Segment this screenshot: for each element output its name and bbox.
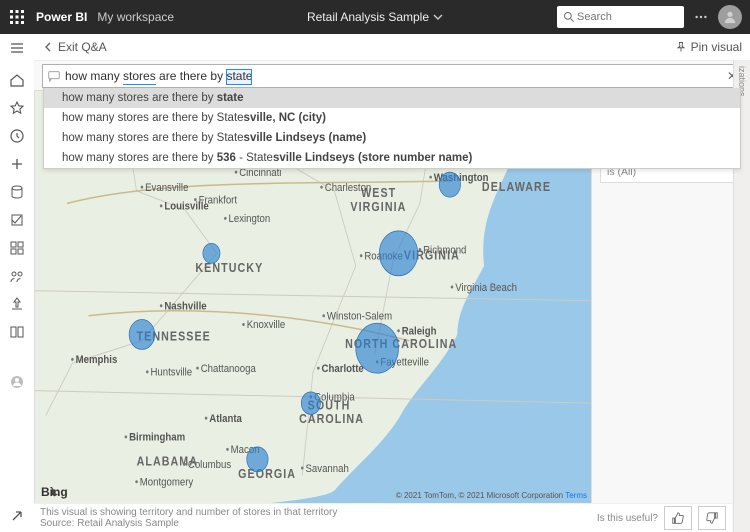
home-icon[interactable] <box>9 72 25 88</box>
search-box[interactable] <box>557 6 684 28</box>
chevron-left-icon <box>42 41 54 53</box>
search-input[interactable] <box>575 10 651 24</box>
qna-input-bar[interactable]: how many stores are there by state ✕ how… <box>42 64 742 88</box>
svg-text:Columbus: Columbus <box>188 459 231 471</box>
svg-text:Lexington: Lexington <box>229 213 271 225</box>
getdata-icon[interactable] <box>9 508 25 524</box>
qna-text: how many stores are there by state <box>65 69 252 83</box>
suggestion-row[interactable]: how many stores are there by Statesville… <box>44 108 740 128</box>
more-icon[interactable] <box>694 10 708 24</box>
svg-text:Knoxville: Knoxville <box>247 320 286 332</box>
thumbs-up-icon <box>671 511 685 525</box>
qna-page: Exit Q&A Pin visual how many stores are … <box>34 34 750 532</box>
workspace-name[interactable]: My workspace <box>97 10 174 24</box>
svg-text:Winston-Salem: Winston-Salem <box>327 311 392 323</box>
waffle-icon <box>10 10 24 24</box>
svg-text:GEORGIA: GEORGIA <box>238 467 296 481</box>
svg-text:Birmingham: Birmingham <box>129 432 185 444</box>
report-name: Retail Analysis Sample <box>307 10 429 24</box>
thumbs-down-button[interactable] <box>698 506 726 530</box>
svg-text:Louisville: Louisville <box>164 201 209 213</box>
svg-text:Cincinnati: Cincinnati <box>239 167 281 179</box>
goals-icon[interactable] <box>9 212 25 228</box>
nav-rail <box>0 34 35 532</box>
suggestion-row[interactable]: how many stores are there by 536 - State… <box>44 148 740 168</box>
svg-text:Raleigh: Raleigh <box>402 326 437 338</box>
feedback-question: Is this useful? <box>597 513 658 524</box>
brand-label: Power BI <box>36 10 87 24</box>
svg-text:Huntsville: Huntsville <box>150 367 192 379</box>
terms-link[interactable]: Terms <box>565 491 587 500</box>
exit-qna-button[interactable]: Exit Q&A <box>42 40 107 54</box>
deploy-icon[interactable] <box>9 296 25 312</box>
svg-text:Montgomery: Montgomery <box>140 477 194 489</box>
top-row: Exit Q&A Pin visual <box>34 34 750 61</box>
favorite-icon[interactable] <box>9 100 25 116</box>
svg-text:VIRGINIA: VIRGINIA <box>350 200 406 214</box>
user-avatar[interactable] <box>718 5 742 29</box>
workspaces-icon[interactable] <box>9 374 25 390</box>
bing-icon <box>41 485 68 499</box>
exit-qna-label: Exit Q&A <box>58 40 107 54</box>
svg-text:Nashville: Nashville <box>164 301 206 313</box>
search-icon <box>563 11 575 23</box>
shared-icon[interactable] <box>9 268 25 284</box>
map-copyright: © 2021 TomTom, © 2021 Microsoft Corporat… <box>396 491 587 500</box>
svg-text:Evansville: Evansville <box>145 182 188 194</box>
qna-footer: This visual is showing territory and num… <box>34 503 732 532</box>
svg-text:Charlotte: Charlotte <box>322 363 364 375</box>
person-icon <box>723 10 737 24</box>
create-icon[interactable] <box>9 156 25 172</box>
pin-visual-label: Pin visual <box>691 40 742 54</box>
svg-text:Memphis: Memphis <box>76 355 118 367</box>
svg-text:KENTUCKY: KENTUCKY <box>195 261 263 275</box>
suggestion-row[interactable]: how many stores are there by Statesville… <box>44 128 740 148</box>
svg-text:Richmond: Richmond <box>423 245 466 257</box>
svg-text:Chattanooga: Chattanooga <box>201 363 256 375</box>
svg-text:Savannah: Savannah <box>306 463 349 475</box>
svg-text:DELAWARE: DELAWARE <box>482 180 551 194</box>
learn-icon[interactable] <box>9 324 25 340</box>
ask-icon <box>47 69 61 83</box>
menu-icon[interactable] <box>9 40 25 56</box>
thumbs-down-icon <box>705 511 719 525</box>
svg-text:Virginia Beach: Virginia Beach <box>455 282 517 294</box>
chevron-down-icon <box>433 12 443 22</box>
thumbs-up-button[interactable] <box>664 506 692 530</box>
datasets-icon[interactable] <box>9 184 25 200</box>
pin-visual-button[interactable]: Pin visual <box>675 40 742 54</box>
global-header: Power BI My workspace Retail Analysis Sa… <box>0 0 750 34</box>
pin-icon <box>675 41 687 53</box>
footer-description: This visual is showing territory and num… <box>40 507 337 518</box>
report-dropdown[interactable]: Retail Analysis Sample <box>307 10 443 24</box>
app-launcher-button[interactable] <box>0 10 34 24</box>
suggestion-dropdown: how many stores are there by state how m… <box>43 88 741 169</box>
apps-icon[interactable] <box>9 240 25 256</box>
bing-attribution: Bing <box>41 485 68 499</box>
footer-source: Source: Retail Analysis Sample <box>40 518 337 529</box>
svg-text:Charleston: Charleston <box>325 182 372 194</box>
svg-text:Atlanta: Atlanta <box>209 413 242 425</box>
recent-icon[interactable] <box>9 128 25 144</box>
suggestion-row[interactable]: how many stores are there by state <box>44 88 740 108</box>
